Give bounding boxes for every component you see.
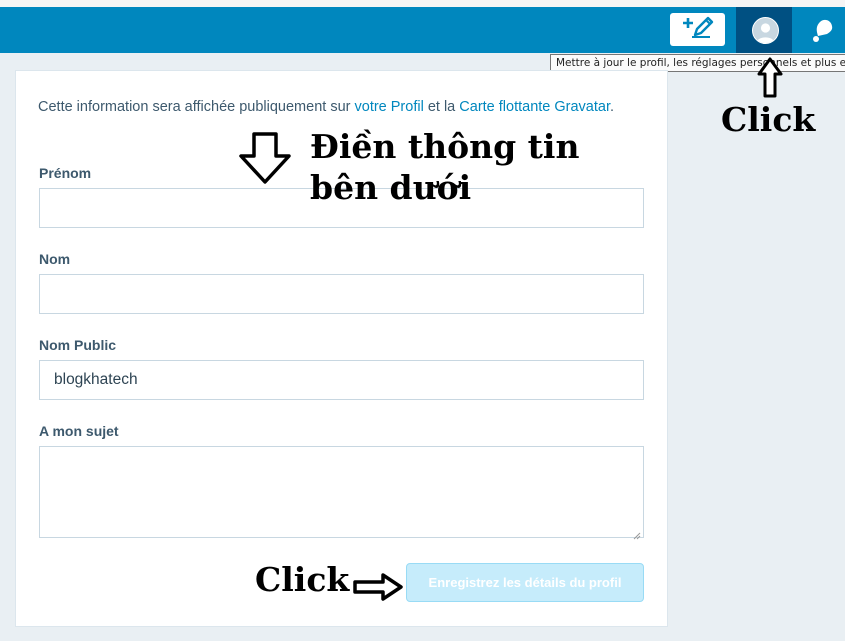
me-profile-button[interactable]: [736, 7, 792, 53]
first-name-label: Prénom: [39, 165, 92, 181]
avatar-placeholder-icon: [752, 17, 779, 44]
down-arrow-annotation-icon: [236, 130, 294, 191]
about-me-label: A mon sujet: [39, 423, 119, 439]
fill-info-annotation: Điền thông tin bên dưới: [310, 127, 580, 207]
bell-notification-icon: [809, 18, 835, 47]
your-profile-link[interactable]: votre Profil: [355, 99, 424, 115]
last-name-label: Nom: [39, 251, 71, 267]
about-me-textarea[interactable]: [39, 446, 644, 540]
gravatar-hovercard-link[interactable]: Carte flottante Gravatar: [459, 99, 610, 115]
resize-grip-icon[interactable]: [633, 527, 641, 540]
last-name-field[interactable]: [39, 274, 644, 314]
display-name-label: Nom Public: [39, 337, 117, 353]
up-arrow-annotation-icon: [756, 57, 784, 104]
right-arrow-annotation-icon: [352, 572, 404, 607]
click-annotation-top: Click: [721, 100, 816, 139]
write-post-icon: [682, 15, 714, 44]
intro-text-and: et la: [423, 99, 460, 115]
intro-text-period: .: [610, 99, 615, 115]
public-info-intro: Cette information sera affichée publique…: [38, 96, 638, 118]
display-name-field[interactable]: blogkhatech: [39, 360, 644, 400]
click-annotation-bottom: Click: [255, 560, 350, 599]
save-profile-button[interactable]: Enregistrez les détails du profil: [406, 563, 644, 602]
write-post-button[interactable]: [670, 13, 725, 46]
notifications-button[interactable]: [800, 7, 845, 53]
intro-text: Cette information sera affichée publique…: [38, 99, 355, 115]
